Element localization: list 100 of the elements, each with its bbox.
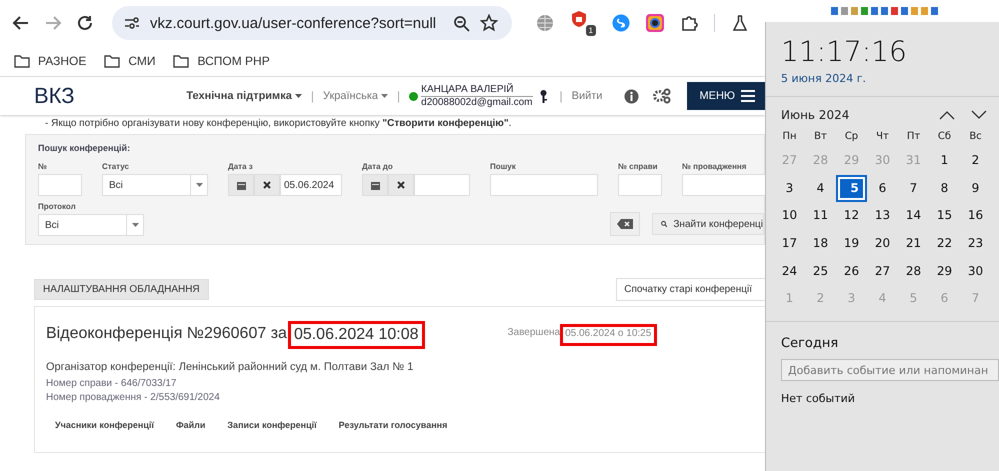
field-label: № справи bbox=[618, 162, 659, 171]
calendar-day[interactable]: 17 bbox=[774, 230, 805, 258]
calendar-day[interactable]: 15 bbox=[929, 202, 960, 230]
organizer-text: Організатор конференції: Ленінський районний суд м. Полтави Зал № 1 bbox=[46, 361, 414, 373]
conference-tab[interactable]: Записи конференції bbox=[227, 420, 317, 430]
clear-button[interactable] bbox=[254, 174, 280, 196]
clock-time: 11:17:16 bbox=[781, 35, 908, 68]
no-events-text: Нет событий bbox=[781, 392, 856, 406]
calendar-day[interactable]: 25 bbox=[805, 258, 836, 286]
month-title[interactable]: Июнь 2024 bbox=[781, 108, 850, 122]
info-icon[interactable] bbox=[624, 88, 640, 104]
calendar-day[interactable]: 1 bbox=[929, 147, 960, 175]
clear-search-button[interactable] bbox=[610, 212, 640, 236]
calendar-day[interactable]: 21 bbox=[898, 230, 929, 258]
calendar-day[interactable]: 20 bbox=[867, 230, 898, 258]
clear-button[interactable] bbox=[388, 174, 414, 196]
date-field[interactable] bbox=[414, 174, 470, 196]
calendar-day[interactable]: 12 bbox=[836, 202, 867, 230]
calendar-day[interactable]: 19 bbox=[836, 230, 867, 258]
date-field[interactable]: 05.06.2024 bbox=[280, 174, 342, 196]
user-name[interactable]: КАНЦАРА ВАЛЕРІЙ bbox=[421, 84, 532, 96]
calendar-button[interactable] bbox=[228, 174, 254, 196]
calendar-day[interactable]: 23 bbox=[960, 230, 991, 258]
field-label: Протокол bbox=[38, 202, 77, 211]
calendar-day[interactable]: 13 bbox=[867, 202, 898, 230]
case-number: Номер справи - 646/7033/17 bbox=[46, 378, 178, 389]
address-bar[interactable]: vkz.court.gov.ua/user-conference?sort=null bbox=[112, 6, 512, 40]
support-link[interactable]: Технічна підтримка bbox=[186, 90, 302, 102]
star-icon[interactable] bbox=[480, 14, 498, 32]
site-settings-icon[interactable] bbox=[124, 16, 140, 30]
calendar-day[interactable]: 26 bbox=[836, 258, 867, 286]
calendar-day[interactable]: 5 bbox=[838, 176, 865, 200]
panel-title: Пошук конференцій: bbox=[38, 143, 132, 153]
input-field[interactable] bbox=[38, 174, 82, 196]
calendar-day[interactable]: 22 bbox=[929, 230, 960, 258]
caret-icon bbox=[132, 223, 138, 227]
calendar-button[interactable] bbox=[362, 174, 388, 196]
conference-tab[interactable]: Файли bbox=[176, 420, 206, 430]
menu-button[interactable]: МЕНЮ bbox=[687, 82, 765, 110]
bookmark[interactable]: СМИ bbox=[104, 54, 156, 68]
calendar-day[interactable]: 11 bbox=[805, 202, 836, 230]
conference-tab[interactable]: Результати голосування bbox=[338, 420, 448, 430]
select-field[interactable]: Всі bbox=[38, 214, 144, 236]
select-field[interactable]: Всі bbox=[102, 174, 208, 196]
flask-icon[interactable] bbox=[731, 14, 749, 32]
calendar-day[interactable]: 14 bbox=[898, 202, 929, 230]
puzzle-icon[interactable] bbox=[680, 14, 698, 32]
sort-select[interactable]: Спочатку старі конференції bbox=[616, 278, 765, 301]
site-logo[interactable]: ВКЗ bbox=[34, 83, 75, 109]
folder-icon bbox=[14, 54, 30, 68]
backspace-icon bbox=[617, 219, 633, 229]
input-field[interactable] bbox=[682, 174, 765, 196]
bookmark[interactable]: ВСПОМ PHP bbox=[173, 54, 270, 68]
zoom-icon[interactable] bbox=[453, 14, 470, 32]
gears-icon[interactable] bbox=[653, 88, 672, 104]
separator: | bbox=[310, 89, 314, 103]
calendar-day[interactable]: 18 bbox=[805, 230, 836, 258]
equipment-settings-button[interactable]: НАЛАШТУВАННЯ ОБЛАДНАННЯ bbox=[34, 279, 209, 300]
find-button[interactable]: Знайти конференці bbox=[652, 213, 764, 235]
calendar-day[interactable]: 30 bbox=[960, 258, 991, 286]
menu-icon bbox=[741, 90, 755, 102]
calendar-day[interactable]: 10 bbox=[774, 202, 805, 230]
weekday-label: Пн bbox=[781, 130, 798, 144]
event-input[interactable]: Добавить событие или напоминан bbox=[781, 359, 999, 382]
calendar-day[interactable]: 29 bbox=[929, 258, 960, 286]
field-label: Дата з bbox=[228, 162, 254, 171]
calendar-day[interactable]: 6 bbox=[867, 174, 898, 202]
calendar-day[interactable]: 27 bbox=[867, 258, 898, 286]
calendar-day[interactable]: 28 bbox=[898, 258, 929, 286]
highlighted-date: 05.06.2024 10:08 bbox=[288, 321, 424, 349]
calendar-day[interactable]: 8 bbox=[929, 174, 960, 202]
conference-tab[interactable]: Учасники конференції bbox=[55, 420, 154, 430]
count-badge: 1 bbox=[586, 25, 596, 36]
field-label: Статус bbox=[102, 162, 130, 171]
reload-icon[interactable] bbox=[76, 14, 94, 32]
weekday-label: Вт bbox=[813, 130, 828, 144]
globe-icon[interactable] bbox=[536, 14, 554, 32]
back-icon[interactable] bbox=[12, 14, 30, 32]
status-dot bbox=[409, 92, 418, 100]
conference-title: Відеоконференція №2960607 за bbox=[46, 325, 287, 343]
close-icon bbox=[397, 181, 405, 189]
input-field[interactable] bbox=[618, 174, 662, 196]
today-heading: Сегодня bbox=[781, 336, 840, 352]
language-link[interactable]: Українська bbox=[322, 90, 388, 102]
calendar-day[interactable]: 3 bbox=[774, 174, 805, 202]
calendar-day[interactable]: 2 bbox=[960, 147, 991, 175]
calendar-day[interactable]: 16 bbox=[960, 202, 991, 230]
calendar-day[interactable]: 4 bbox=[805, 174, 836, 202]
calendar-day[interactable]: 24 bbox=[774, 258, 805, 286]
clock-date[interactable]: 5 июня 2024 г. bbox=[781, 72, 999, 85]
url-text: vkz.court.gov.ua/user-conference?sort=null bbox=[150, 14, 438, 32]
separator: | bbox=[397, 89, 400, 103]
shield-extension-button[interactable]: 1 bbox=[570, 10, 596, 36]
camera-lens-icon[interactable] bbox=[646, 14, 664, 32]
bookmark[interactable]: РАЗНОЕ bbox=[14, 54, 86, 68]
calendar-day[interactable]: 7 bbox=[898, 174, 929, 202]
logout-link[interactable]: Вийти bbox=[572, 90, 602, 102]
input-field[interactable] bbox=[490, 174, 598, 196]
shield-icon bbox=[570, 10, 588, 28]
calendar-day[interactable]: 9 bbox=[960, 174, 991, 202]
